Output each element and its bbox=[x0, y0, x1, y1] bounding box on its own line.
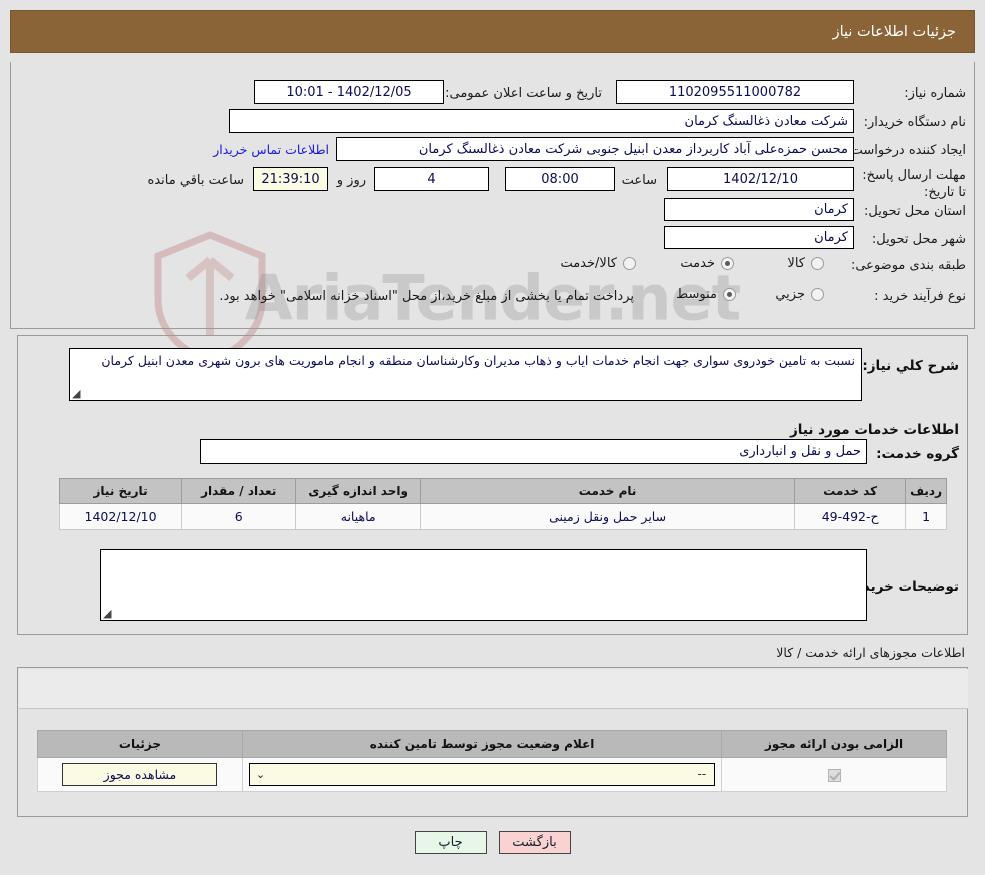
td-date: 1402/12/10 bbox=[58, 503, 183, 530]
remaining-time-label: ساعت باقي مانده bbox=[147, 173, 244, 188]
need-info-panel: شماره نیاز: 1102095511000782 تاریخ و ساع… bbox=[10, 62, 975, 329]
need-description-textarea[interactable]: نسبت به تامین خودروی سواری جهت انجام خدم… bbox=[69, 348, 862, 401]
service-group-field[interactable]: حمل و نقل و انبارداری bbox=[200, 439, 867, 464]
city-field[interactable]: کرمان bbox=[664, 226, 854, 249]
th-status: اعلام وضعیت مجوز توسط تامین کننده bbox=[241, 730, 723, 758]
radio-dot-kala-khedmat[interactable] bbox=[623, 257, 636, 270]
chevron-down-icon: ⌄ bbox=[255, 768, 266, 781]
license-table: الزامی بودن ارائه مجوز اعلام وضعیت مجوز … bbox=[37, 730, 947, 792]
footer-actions: بازگشت چاپ bbox=[0, 831, 985, 854]
creator-label: ایجاد کننده درخواست: bbox=[846, 143, 966, 158]
process-note: پرداخت تمام یا بخشی از مبلغ خرید،از محل … bbox=[219, 289, 634, 304]
th-code: کد خدمت bbox=[794, 478, 907, 504]
radio-classification-kala[interactable]: کالا bbox=[787, 256, 824, 271]
radio-label-kala: کالا bbox=[787, 256, 805, 271]
td-details-cell: مشاهده مجوز bbox=[37, 757, 243, 792]
license-section-title: اطلاعات مجوزهای ارائه خدمت / کالا bbox=[776, 645, 965, 660]
th-required: الزامی بودن ارائه مجوز bbox=[721, 730, 947, 758]
td-row: 1 bbox=[905, 503, 947, 530]
th-unit: واحد اندازه گیری bbox=[295, 478, 421, 504]
required-checkbox bbox=[827, 768, 841, 782]
td-qty: 6 bbox=[181, 503, 297, 530]
print-button[interactable]: چاپ bbox=[414, 831, 487, 854]
radio-dot-khedmat[interactable] bbox=[721, 257, 734, 270]
th-date: تاریخ نیاز bbox=[58, 478, 183, 504]
remaining-days-field[interactable]: 4 bbox=[374, 167, 489, 191]
deadline-label: مهلت ارسال پاسخ: تا تاریخ: bbox=[862, 168, 966, 200]
license-panel: الزامی بودن ارائه مجوز اعلام وضعیت مجوز … bbox=[17, 667, 968, 817]
deadline-hour-label: ساعت bbox=[621, 173, 657, 188]
classification-label: طبقه بندی موضوعی: bbox=[850, 258, 966, 273]
need-details-panel: شرح کلي نیاز: نسبت به تامین خودروی سواری… bbox=[17, 335, 968, 635]
city-label: شهر محل تحویل: bbox=[871, 232, 966, 247]
license-status-value: -- bbox=[697, 767, 707, 781]
window-title-bar: جزئیات اطلاعات نیاز bbox=[10, 10, 975, 53]
service-group-label: گروه خدمت: bbox=[876, 446, 959, 462]
need-description-label: شرح کلي نیاز: bbox=[862, 358, 959, 374]
radio-classification-kala-khedmat[interactable]: کالا/خدمت bbox=[560, 256, 636, 271]
need-number-field[interactable]: 1102095511000782 bbox=[616, 80, 854, 104]
radio-process-motavaset[interactable]: متوسط bbox=[676, 287, 736, 302]
td-unit: ماهیانه bbox=[295, 503, 421, 530]
td-status-cell: ⌄ -- bbox=[241, 757, 723, 792]
remaining-days-label: روز و bbox=[336, 173, 366, 188]
td-code: ح-492-49 bbox=[794, 503, 907, 530]
buyer-notes-textarea[interactable]: ◣ bbox=[100, 549, 867, 621]
announce-datetime-field[interactable]: 1402/12/05 - 10:01 bbox=[254, 80, 444, 104]
license-panel-header bbox=[19, 669, 968, 709]
view-license-button[interactable]: مشاهده مجوز bbox=[62, 763, 218, 786]
th-details: جزئیات bbox=[37, 730, 243, 758]
radio-dot-jozii[interactable] bbox=[811, 288, 824, 301]
province-label: استان محل تحویل: bbox=[864, 204, 966, 219]
remaining-time-field: 21:39:10 bbox=[253, 167, 328, 191]
province-field[interactable]: کرمان bbox=[664, 198, 854, 221]
radio-label-jozii: جزیي bbox=[775, 287, 805, 302]
radio-classification-khedmat[interactable]: خدمت bbox=[680, 256, 734, 271]
license-status-select[interactable]: ⌄ -- bbox=[248, 763, 716, 786]
creator-field[interactable]: محسن حمزه‌علی آباد کاربرداز معدن ابنیل ج… bbox=[336, 137, 854, 161]
th-row: ردیف bbox=[905, 478, 947, 504]
radio-dot-kala[interactable] bbox=[811, 257, 824, 270]
services-info-title: اطلاعات خدمات مورد نیاز bbox=[789, 422, 959, 438]
buyer-org-label: نام دستگاه خریدار: bbox=[863, 115, 966, 130]
page-root: AriaTender.net جزئیات اطلاعات نیاز شماره… bbox=[0, 0, 985, 875]
td-name: سایر حمل ونقل زمینی bbox=[419, 503, 796, 530]
td-required-checkbox-cell bbox=[721, 757, 947, 792]
announce-label: تاریخ و ساعت اعلان عمومی: bbox=[445, 86, 602, 101]
process-label: نوع فرآیند خرید : bbox=[874, 289, 966, 304]
radio-label-kala-khedmat: کالا/خدمت bbox=[560, 256, 617, 271]
th-qty: تعداد / مقدار bbox=[181, 478, 297, 504]
resize-grip-icon-2[interactable]: ◣ bbox=[103, 607, 113, 620]
buyer-org-field[interactable]: شرکت معادن ذغالسنگ کرمان bbox=[229, 109, 854, 133]
service-table: ردیف کد خدمت نام خدمت واحد اندازه گیری ت… bbox=[58, 478, 947, 530]
table-header-row: ردیف کد خدمت نام خدمت واحد اندازه گیری ت… bbox=[58, 478, 947, 504]
radio-dot-motavaset[interactable] bbox=[723, 288, 736, 301]
th-name: نام خدمت bbox=[419, 478, 796, 504]
back-button[interactable]: بازگشت bbox=[498, 831, 571, 854]
need-number-label: شماره نیاز: bbox=[904, 86, 966, 101]
deadline-date-field[interactable]: 1402/12/10 bbox=[667, 167, 854, 191]
deadline-time-field[interactable]: 08:00 bbox=[505, 167, 615, 191]
radio-process-jozii[interactable]: جزیي bbox=[775, 287, 824, 302]
license-row: ⌄ -- مشاهده مجوز bbox=[37, 757, 947, 792]
need-description-text: نسبت به تامین خودروی سواری جهت انجام خدم… bbox=[101, 353, 855, 368]
resize-grip-icon[interactable]: ◣ bbox=[72, 387, 82, 400]
buyer-contact-link[interactable]: اطلاعات تماس خریدار bbox=[213, 142, 329, 157]
table-row: 1 ح-492-49 سایر حمل ونقل زمینی ماهیانه 6… bbox=[58, 503, 947, 530]
radio-label-motavaset: متوسط bbox=[676, 287, 717, 302]
radio-label-khedmat: خدمت bbox=[680, 256, 715, 271]
page-title: جزئیات اطلاعات نیاز bbox=[832, 23, 956, 40]
license-header-row: الزامی بودن ارائه مجوز اعلام وضعیت مجوز … bbox=[37, 730, 947, 758]
